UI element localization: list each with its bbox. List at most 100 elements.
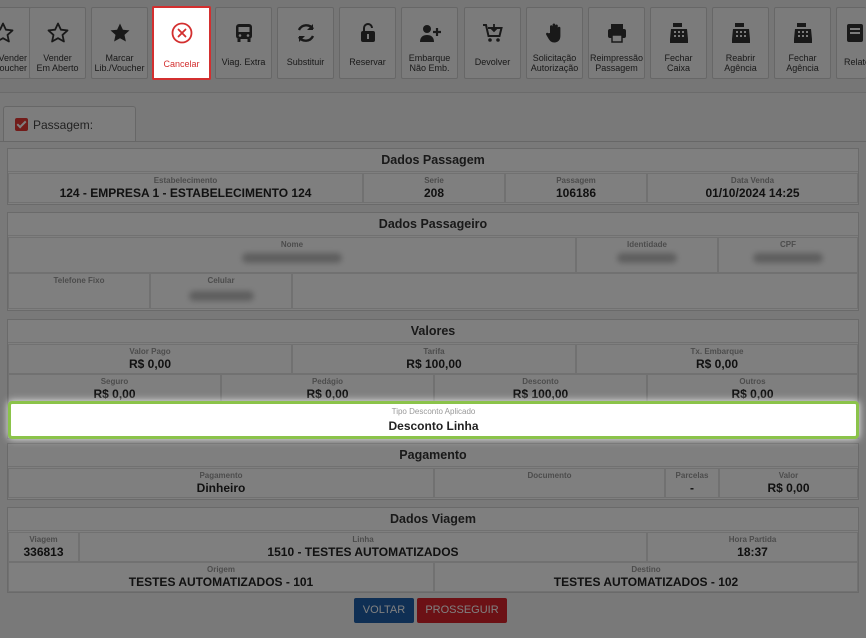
dados-passageiro-panel: Dados Passageiro Nome Identidade CPF Tel… (7, 212, 859, 311)
pagamento-label: Pagamento (199, 471, 243, 480)
cpf-value-redacted (719, 250, 857, 264)
fechar-agencia-button[interactable]: Fechar Agência (774, 7, 831, 79)
seguro-label: Seguro (100, 377, 129, 386)
valor-label: Valor (778, 471, 799, 480)
serie-value: 208 (423, 186, 445, 200)
destino-cell: Destino TESTES AUTOMATIZADOS - 102 (434, 562, 858, 592)
dados-passageiro-title: Dados Passageiro (8, 213, 858, 236)
celular-value-redacted (151, 288, 291, 302)
tx-embarque-cell: Tx. Embarque R$ 0,00 (576, 344, 858, 374)
valor-cell: Valor R$ 0,00 (719, 468, 858, 498)
voltar-button[interactable]: VOLTAR (354, 598, 414, 623)
tx-embarque-label: Tx. Embarque (690, 347, 744, 356)
nome-cell: Nome (8, 237, 576, 273)
solicitacao-autorizacao-button[interactable]: Solicitação Autorização (526, 7, 583, 79)
reimpressao-passagem-button[interactable]: Reimpressão Passagem (588, 7, 645, 79)
refresh-icon (278, 21, 333, 47)
identidade-label: Identidade (626, 240, 667, 249)
vender-em-aberto-button[interactable]: Vender Em Aberto (29, 7, 86, 79)
outros-label: Outros (739, 377, 766, 386)
valores-title: Valores (8, 320, 858, 343)
tarifa-value: R$ 100,00 (406, 357, 462, 371)
cpf-cell: CPF (718, 237, 858, 273)
estabelecimento-cell: Estabelecimento 124 - EMPRESA 1 - ESTABE… (8, 173, 363, 203)
desconto-label: Desconto (522, 377, 559, 386)
fechar-caixa-button[interactable]: Fechar Caixa (650, 7, 707, 79)
valor-pago-value: R$ 0,00 (128, 357, 172, 371)
substituir-button[interactable]: Substituir (277, 7, 334, 79)
reabrir-agencia-button[interactable]: Reabrir Agência (712, 7, 769, 79)
celular-label: Celular (207, 276, 235, 285)
estabelecimento-value: 124 - EMPRESA 1 - ESTABELECIMENTO 124 (59, 186, 312, 200)
tab-passagem[interactable]: Passagem: 106186 (3, 106, 136, 168)
star-outline-icon (0, 21, 30, 47)
cash-register-icon (775, 21, 830, 47)
outros-value: R$ 0,00 (731, 387, 774, 401)
viagem-cell: Viagem 336813 (8, 532, 79, 562)
origem-value: TESTES AUTOMATIZADOS - 101 (128, 575, 314, 589)
desconto-cell: Desconto R$ 100,00 (434, 374, 647, 404)
checkbox-icon (15, 118, 28, 131)
linha-label: Linha (352, 535, 374, 544)
valor-pago-label: Valor Pago (129, 347, 171, 356)
cancelar-button-highlighted[interactable]: Cancelar (152, 6, 211, 80)
celular-cell: Celular (150, 273, 292, 309)
pagamento-value: Dinheiro (196, 481, 246, 495)
parcelas-value: - (690, 481, 694, 495)
seguro-cell: Seguro R$ 0,00 (8, 374, 221, 404)
prosseguir-button[interactable]: PROSSEGUIR (417, 598, 507, 623)
tipo-desconto-aplicado-value: Desconto Linha (388, 419, 479, 433)
vender-voucher-button[interactable]: Vender Voucher (0, 7, 31, 79)
cart-return-icon (465, 21, 520, 47)
identidade-value-redacted (577, 250, 717, 264)
dados-passagem-panel: Dados Passagem Estabelecimento 124 - EMP… (7, 148, 859, 205)
embarque-nao-emb-button[interactable]: Embarque Não Emb. (401, 7, 458, 79)
pedagio-label: Pedágio (311, 377, 344, 386)
viagem-value: 336813 (23, 545, 64, 559)
hora-partida-label: Hora Partida (728, 535, 777, 544)
desconto-value: R$ 100,00 (512, 387, 569, 401)
tarifa-cell: Tarifa R$ 100,00 (292, 344, 576, 374)
user-plus-icon (402, 21, 457, 47)
destino-label: Destino (631, 565, 661, 574)
reservar-button[interactable]: Reservar (339, 7, 396, 79)
data-venda-cell: Data Venda 01/10/2024 14:25 (647, 173, 858, 203)
hora-partida-cell: Hora Partida 18:37 (647, 532, 858, 562)
devolver-button[interactable]: Devolver (464, 7, 521, 79)
nome-value-redacted (9, 250, 575, 264)
parcelas-cell: Parcelas - (665, 468, 719, 498)
viagem-label: Viagem (29, 535, 58, 544)
tipo-desconto-aplicado-label: Tipo Desconto Aplicado (391, 407, 476, 416)
origem-cell: Origem TESTES AUTOMATIZADOS - 101 (8, 562, 434, 592)
destino-value: TESTES AUTOMATIZADOS - 102 (553, 575, 739, 589)
serie-cell: Serie 208 (363, 173, 505, 203)
estabelecimento-label: Estabelecimento (153, 176, 218, 185)
pagamento-title: Pagamento (8, 444, 858, 467)
passagem-cell: Passagem 106186 (505, 173, 647, 203)
relatorios-button[interactable]: Relatórios (836, 7, 866, 79)
passagem-label: Passagem (556, 176, 596, 185)
pedagio-cell: Pedágio R$ 0,00 (221, 374, 434, 404)
valor-pago-cell: Valor Pago R$ 0,00 (8, 344, 292, 374)
marcar-lib-voucher-button[interactable]: Marcar Lib./Voucher (91, 7, 148, 79)
passagem-value: 106186 (555, 186, 597, 200)
nome-label: Nome (280, 240, 304, 249)
parcelas-label: Parcelas (675, 471, 709, 480)
tipo-desconto-aplicado-field: Tipo Desconto Aplicado Desconto Linha (8, 401, 859, 439)
unlock-icon (340, 21, 395, 47)
hora-partida-value: 18:37 (737, 545, 768, 559)
viag-extra-button[interactable]: Viag. Extra (215, 7, 272, 79)
star-filled-icon (92, 21, 147, 47)
report-icon (837, 21, 866, 47)
cash-register-icon (713, 21, 768, 47)
documento-label: Documento (527, 471, 572, 480)
seguro-value: R$ 0,00 (93, 387, 136, 401)
pedagio-value: R$ 0,00 (306, 387, 349, 401)
printer-icon (589, 21, 644, 47)
data-venda-label: Data Venda (730, 176, 775, 185)
cpf-label: CPF (780, 240, 796, 249)
serie-label: Serie (424, 176, 444, 185)
linha-value: 1510 - TESTES AUTOMATIZADOS (267, 545, 459, 559)
valor-value: R$ 0,00 (767, 481, 810, 495)
dados-viagem-title: Dados Viagem (8, 508, 858, 531)
